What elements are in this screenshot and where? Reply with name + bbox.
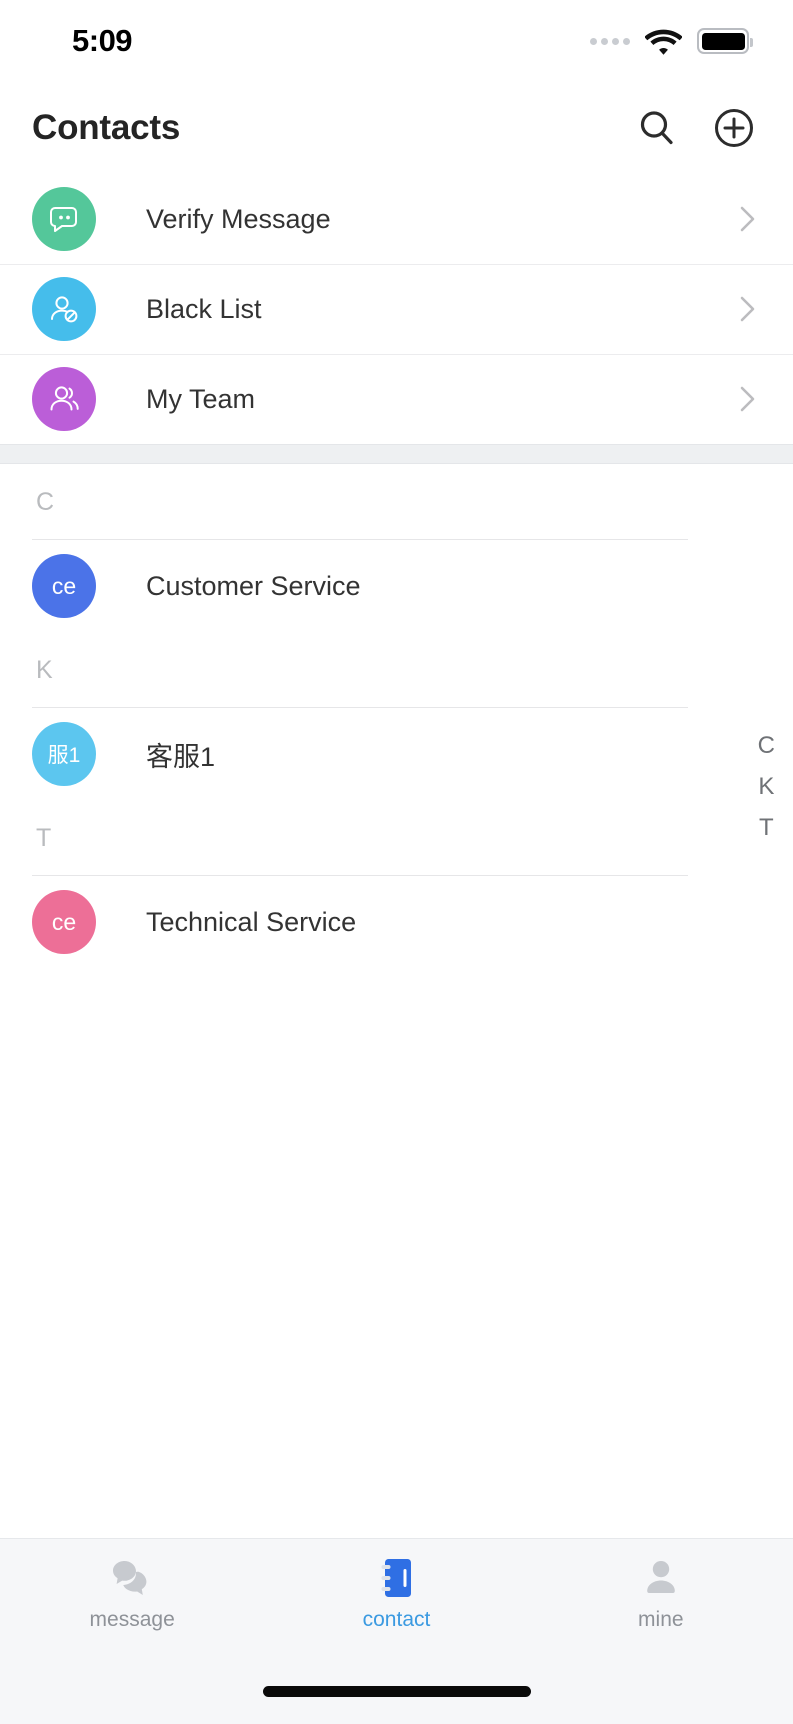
contact-row[interactable]: ce Technical Service	[0, 876, 793, 968]
section-header-k: K	[0, 632, 793, 708]
avatar: ce	[32, 890, 96, 954]
tab-label: message	[89, 1608, 175, 1631]
tab-mine[interactable]: mine	[529, 1557, 793, 1632]
signal-dots-icon	[590, 37, 630, 45]
battery-full-icon	[697, 28, 753, 54]
avatar-initials: ce	[51, 908, 77, 935]
contact-row[interactable]: 服1 客服1	[0, 708, 793, 800]
page-title: Contacts	[32, 108, 181, 147]
tab-message[interactable]: message	[0, 1557, 264, 1632]
wifi-icon	[645, 29, 682, 55]
avatar	[32, 187, 96, 251]
alphabet-index-bar[interactable]: C K T	[758, 734, 775, 840]
user-group-icon	[50, 386, 79, 411]
contact-list: C ce Customer Service K 服1 客服1 T ce Tech…	[0, 464, 793, 1538]
section-letter: C	[36, 487, 55, 516]
avatar-initials: 服1	[47, 744, 81, 767]
avatar	[32, 277, 96, 341]
chat-bubble-dots-icon	[50, 207, 77, 232]
tab-label: contact	[362, 1608, 431, 1631]
contact-name: 客服1	[146, 741, 216, 772]
tab-label: mine	[638, 1608, 684, 1631]
add-contact-button[interactable]	[713, 107, 755, 149]
avatar: 服1	[32, 722, 96, 786]
status-bar: 5:09	[0, 0, 793, 82]
avatar	[32, 367, 96, 431]
header-actions	[637, 107, 755, 149]
search-button[interactable]	[637, 108, 677, 148]
chevron-right-icon	[739, 204, 757, 234]
entry-label: Black List	[146, 293, 262, 324]
quick-entry-list: Verify Message Black List My Team	[0, 174, 793, 444]
section-header-t: T	[0, 800, 793, 876]
entry-label: Verify Message	[146, 203, 331, 234]
avatar-initials: ce	[51, 572, 77, 599]
entry-my-team[interactable]: My Team	[0, 354, 793, 444]
person-icon	[642, 1557, 680, 1599]
section-header-c: C	[0, 464, 793, 540]
entry-label: My Team	[146, 383, 256, 414]
entry-black-list[interactable]: Black List	[0, 264, 793, 354]
plus-circle-icon	[715, 109, 753, 147]
index-letter-c[interactable]: C	[758, 734, 775, 758]
page-header: Contacts	[0, 82, 793, 174]
index-letter-t[interactable]: T	[759, 816, 774, 840]
section-letter: K	[36, 655, 53, 684]
home-indicator-area	[0, 1658, 793, 1724]
contact-row[interactable]: ce Customer Service	[0, 540, 793, 632]
chat-bubbles-icon	[111, 1557, 153, 1599]
user-blocked-icon	[51, 296, 78, 323]
tab-contact[interactable]: contact	[264, 1557, 528, 1632]
section-separator-band	[0, 444, 793, 464]
status-time: 5:09	[72, 23, 133, 58]
contact-name: Customer Service	[146, 570, 361, 601]
contacts-screen: 5:09 Contacts Verify Message Black List …	[0, 0, 793, 1724]
section-letter: T	[36, 823, 52, 852]
status-indicators	[590, 28, 753, 55]
index-letter-k[interactable]: K	[758, 775, 774, 799]
address-book-icon	[376, 1557, 416, 1599]
chevron-right-icon	[739, 384, 757, 414]
search-icon	[640, 111, 673, 145]
chevron-right-icon	[739, 294, 757, 324]
contact-name: Technical Service	[146, 906, 357, 937]
home-indicator[interactable]	[262, 1685, 531, 1697]
avatar: ce	[32, 554, 96, 618]
bottom-tab-bar: message contact mine	[0, 1538, 793, 1658]
entry-verify-message[interactable]: Verify Message	[0, 174, 793, 264]
